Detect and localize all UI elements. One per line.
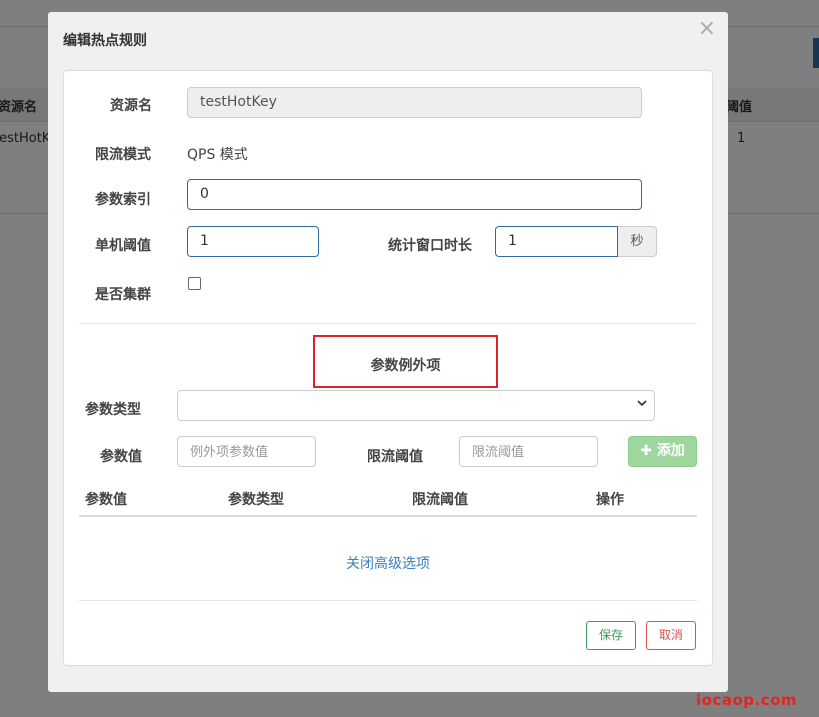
limit-mode-label: 限流模式 <box>95 147 151 163</box>
col-param-value: 参数值 <box>85 492 127 508</box>
resource-name-label: 资源名 <box>110 98 152 114</box>
limit-mode-value: QPS 模式 <box>187 147 248 163</box>
edit-hot-rule-modal: 编辑热点规则 × 资源名 testHotKey 限流模式 QPS 模式 参数索引… <box>48 12 728 692</box>
col-param-type: 参数类型 <box>228 492 284 508</box>
param-type-select[interactable] <box>177 390 655 421</box>
single-threshold-input[interactable]: 1 <box>187 226 319 257</box>
stat-window-label: 统计窗口时长 <box>388 238 472 254</box>
rule-form-panel: 资源名 testHotKey 限流模式 QPS 模式 参数索引 0 单机阈值 1… <box>63 70 713 666</box>
close-advanced-link[interactable]: 关闭高级选项 <box>64 553 712 573</box>
footer-divider <box>79 600 697 601</box>
save-button[interactable]: 保存 <box>586 621 636 650</box>
close-icon[interactable]: × <box>698 16 716 41</box>
param-index-label: 参数索引 <box>95 192 151 208</box>
cluster-label: 是否集群 <box>95 287 151 303</box>
col-limit-threshold: 限流阈值 <box>412 492 468 508</box>
add-exception-button[interactable]: ✚ 添加 <box>628 436 697 467</box>
exceptions-title: 参数例外项 <box>370 358 441 374</box>
param-index-input[interactable]: 0 <box>187 179 642 210</box>
exceptions-table-header: 参数值 参数类型 限流阈值 操作 <box>79 477 697 517</box>
section-divider <box>79 323 697 324</box>
watermark: iocaop.com <box>696 691 798 709</box>
stat-window-input[interactable]: 1 <box>495 226 618 257</box>
param-value-input[interactable] <box>177 436 316 467</box>
stat-window-unit: 秒 <box>618 226 657 257</box>
modal-title: 编辑热点规则 <box>63 33 147 49</box>
cancel-button[interactable]: 取消 <box>646 621 696 650</box>
param-value-label: 参数值 <box>100 449 142 465</box>
exceptions-title-box: 参数例外项 <box>313 335 498 388</box>
resource-name-input[interactable]: testHotKey <box>187 87 642 118</box>
limit-threshold-input[interactable] <box>459 436 598 467</box>
cluster-checkbox[interactable] <box>188 277 201 290</box>
single-threshold-label: 单机阈值 <box>95 238 151 254</box>
param-type-label: 参数类型 <box>85 402 141 418</box>
chevron-down-icon <box>636 397 648 412</box>
limit-threshold-label: 限流阈值 <box>367 449 423 465</box>
col-actions: 操作 <box>596 492 624 508</box>
